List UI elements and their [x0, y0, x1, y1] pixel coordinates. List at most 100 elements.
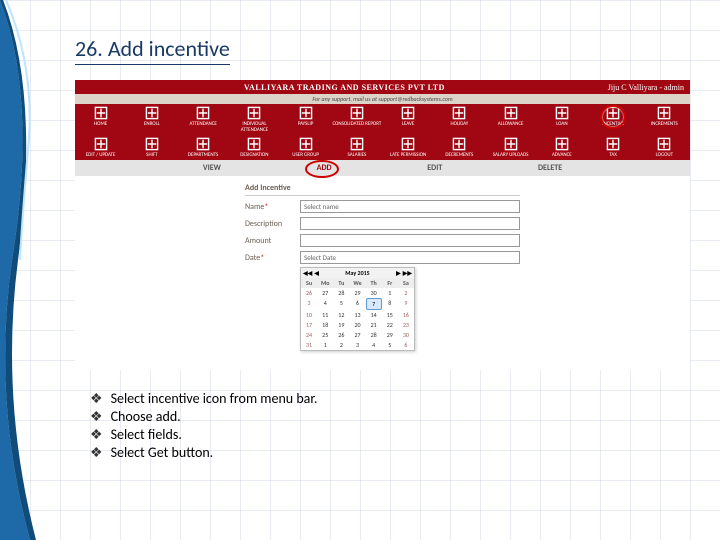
calendar-day[interactable]: 13 — [349, 310, 365, 320]
nav-late-permission[interactable]: LATE PERMISSION — [383, 135, 434, 160]
calendar-day[interactable]: 6 — [398, 340, 414, 350]
decorative-swoosh — [0, 0, 40, 540]
nav-designation[interactable]: DESIGNATION — [229, 135, 280, 160]
calendar-day[interactable]: 26 — [333, 330, 349, 340]
calendar-dow: We — [349, 278, 365, 288]
calendar-dow: Th — [366, 278, 382, 288]
nav-salaries[interactable]: SALARIES — [331, 135, 382, 160]
calendar-day[interactable]: 26 — [301, 288, 317, 298]
calendar-day[interactable]: 12 — [333, 310, 349, 320]
date-input[interactable]: Select Date — [300, 251, 520, 264]
amount-label: Amount — [245, 236, 300, 246]
calendar-day[interactable]: 3 — [301, 298, 317, 310]
description-input[interactable] — [300, 217, 520, 230]
calendar-day[interactable]: 11 — [317, 310, 333, 320]
form-area: Add Incentive Name* Select name Descript… — [75, 176, 690, 351]
nav-logout[interactable]: LOGOUT — [639, 135, 690, 160]
incentive-icon — [588, 106, 639, 120]
nav-label: INCENTIVE — [588, 121, 639, 127]
bullet-icon: ❖ — [90, 390, 103, 407]
nav-label: SALARIES — [331, 152, 382, 158]
amount-input[interactable] — [300, 234, 520, 247]
calendar-day[interactable]: 1 — [382, 288, 398, 298]
calendar-day[interactable]: 21 — [366, 320, 382, 330]
calendar-day[interactable]: 10 — [301, 310, 317, 320]
calendar-day[interactable]: 27 — [349, 330, 365, 340]
calendar-day[interactable]: 6 — [349, 298, 365, 310]
holiday-icon — [434, 106, 485, 120]
date-picker[interactable]: ◀◀ ◀ May 2015 ▶ ▶▶ SuMoTuWeThFrSa2627282… — [300, 267, 415, 351]
calendar-day[interactable]: 20 — [349, 320, 365, 330]
instruction-text: Select Get button. — [111, 444, 214, 461]
nav-tax[interactable]: TAX — [588, 135, 639, 160]
nav-enroll[interactable]: ENROLL — [126, 104, 177, 135]
calendar-day[interactable]: 8 — [382, 298, 398, 310]
calendar-day[interactable]: 24 — [301, 330, 317, 340]
title-text: Add incentive — [108, 35, 230, 62]
nav-consolidated-report[interactable]: CONSOLIDATED REPORT — [331, 104, 382, 135]
calendar-day[interactable]: 22 — [382, 320, 398, 330]
cal-prev2-icon[interactable]: ◀◀ — [303, 269, 312, 277]
nav-home[interactable]: HOME — [75, 104, 126, 135]
calendar-day[interactable]: 27 — [317, 288, 333, 298]
add-action[interactable]: ADD — [309, 163, 340, 173]
nav-increments[interactable]: INCREMENTS — [639, 104, 690, 135]
nav-loan[interactable]: LOAN — [536, 104, 587, 135]
nav-incentive[interactable]: INCENTIVE — [588, 104, 639, 135]
calendar-day[interactable]: 4 — [366, 340, 382, 350]
nav-holiday[interactable]: HOLIDAY — [434, 104, 485, 135]
calendar-day[interactable]: 25 — [317, 330, 333, 340]
calendar-day[interactable]: 2 — [398, 288, 414, 298]
edit-action[interactable]: EDIT — [419, 163, 450, 173]
calendar-day[interactable]: 19 — [333, 320, 349, 330]
nav-individual-attendance[interactable]: INDIVIDUAL ATTENDANCE — [229, 104, 280, 135]
salaries-icon — [331, 137, 382, 151]
nav-allowance[interactable]: ALLOWANCE — [485, 104, 536, 135]
calendar-day[interactable]: 2 — [333, 340, 349, 350]
nav-attendance[interactable]: ATTENDANCE — [178, 104, 229, 135]
title-number: 26. — [75, 35, 108, 62]
calendar-day[interactable]: 29 — [382, 330, 398, 340]
calendar-day[interactable]: 1 — [317, 340, 333, 350]
name-select[interactable]: Select name — [300, 200, 520, 213]
calendar-day[interactable]: 18 — [317, 320, 333, 330]
calendar-day[interactable]: 3 — [349, 340, 365, 350]
nav-departments[interactable]: DEPARTMENTS — [178, 135, 229, 160]
calendar-day[interactable]: 15 — [382, 310, 398, 320]
advance-icon — [536, 137, 587, 151]
calendar-day[interactable]: 5 — [333, 298, 349, 310]
cal-next2-icon[interactable]: ▶▶ — [403, 269, 412, 277]
nav-advance[interactable]: ADVANCE — [536, 135, 587, 160]
nav-leave[interactable]: LEAVE — [383, 104, 434, 135]
calendar-day[interactable]: 7 — [366, 298, 382, 310]
calendar-day[interactable]: 9 — [398, 298, 414, 310]
instruction-item: ❖Choose add. — [90, 408, 317, 425]
nav-salary-uploads[interactable]: SALARY UPLOADS — [485, 135, 536, 160]
nav-user-group[interactable]: USER GROUP — [280, 135, 331, 160]
calendar-day[interactable]: 30 — [398, 330, 414, 340]
calendar-day[interactable]: 5 — [382, 340, 398, 350]
calendar-day[interactable]: 16 — [398, 310, 414, 320]
nav-label: SALARY UPLOADS — [485, 152, 536, 158]
view-action[interactable]: VIEW — [195, 163, 229, 173]
nav-shift[interactable]: SHIFT — [126, 135, 177, 160]
calendar-day[interactable]: 30 — [366, 288, 382, 298]
cal-prev-icon[interactable]: ◀ — [314, 269, 319, 277]
nav-edit-update[interactable]: EDIT / UPDATE — [75, 135, 126, 160]
nav-decrements[interactable]: DECREMENTS — [434, 135, 485, 160]
calendar-day[interactable]: 4 — [317, 298, 333, 310]
calendar-day[interactable]: 29 — [349, 288, 365, 298]
instruction-item: ❖Select fields. — [90, 426, 317, 443]
leave-icon — [383, 106, 434, 120]
bullet-icon: ❖ — [90, 408, 103, 425]
nav-payslip[interactable]: PAYSLIP — [280, 104, 331, 135]
calendar-day[interactable]: 31 — [301, 340, 317, 350]
calendar-day[interactable]: 28 — [333, 288, 349, 298]
action-bar: VIEW ADD EDIT DELETE — [75, 160, 690, 176]
calendar-day[interactable]: 14 — [366, 310, 382, 320]
cal-next-icon[interactable]: ▶ — [396, 269, 401, 277]
calendar-day[interactable]: 28 — [366, 330, 382, 340]
calendar-day[interactable]: 17 — [301, 320, 317, 330]
delete-action[interactable]: DELETE — [530, 163, 570, 173]
calendar-day[interactable]: 23 — [398, 320, 414, 330]
